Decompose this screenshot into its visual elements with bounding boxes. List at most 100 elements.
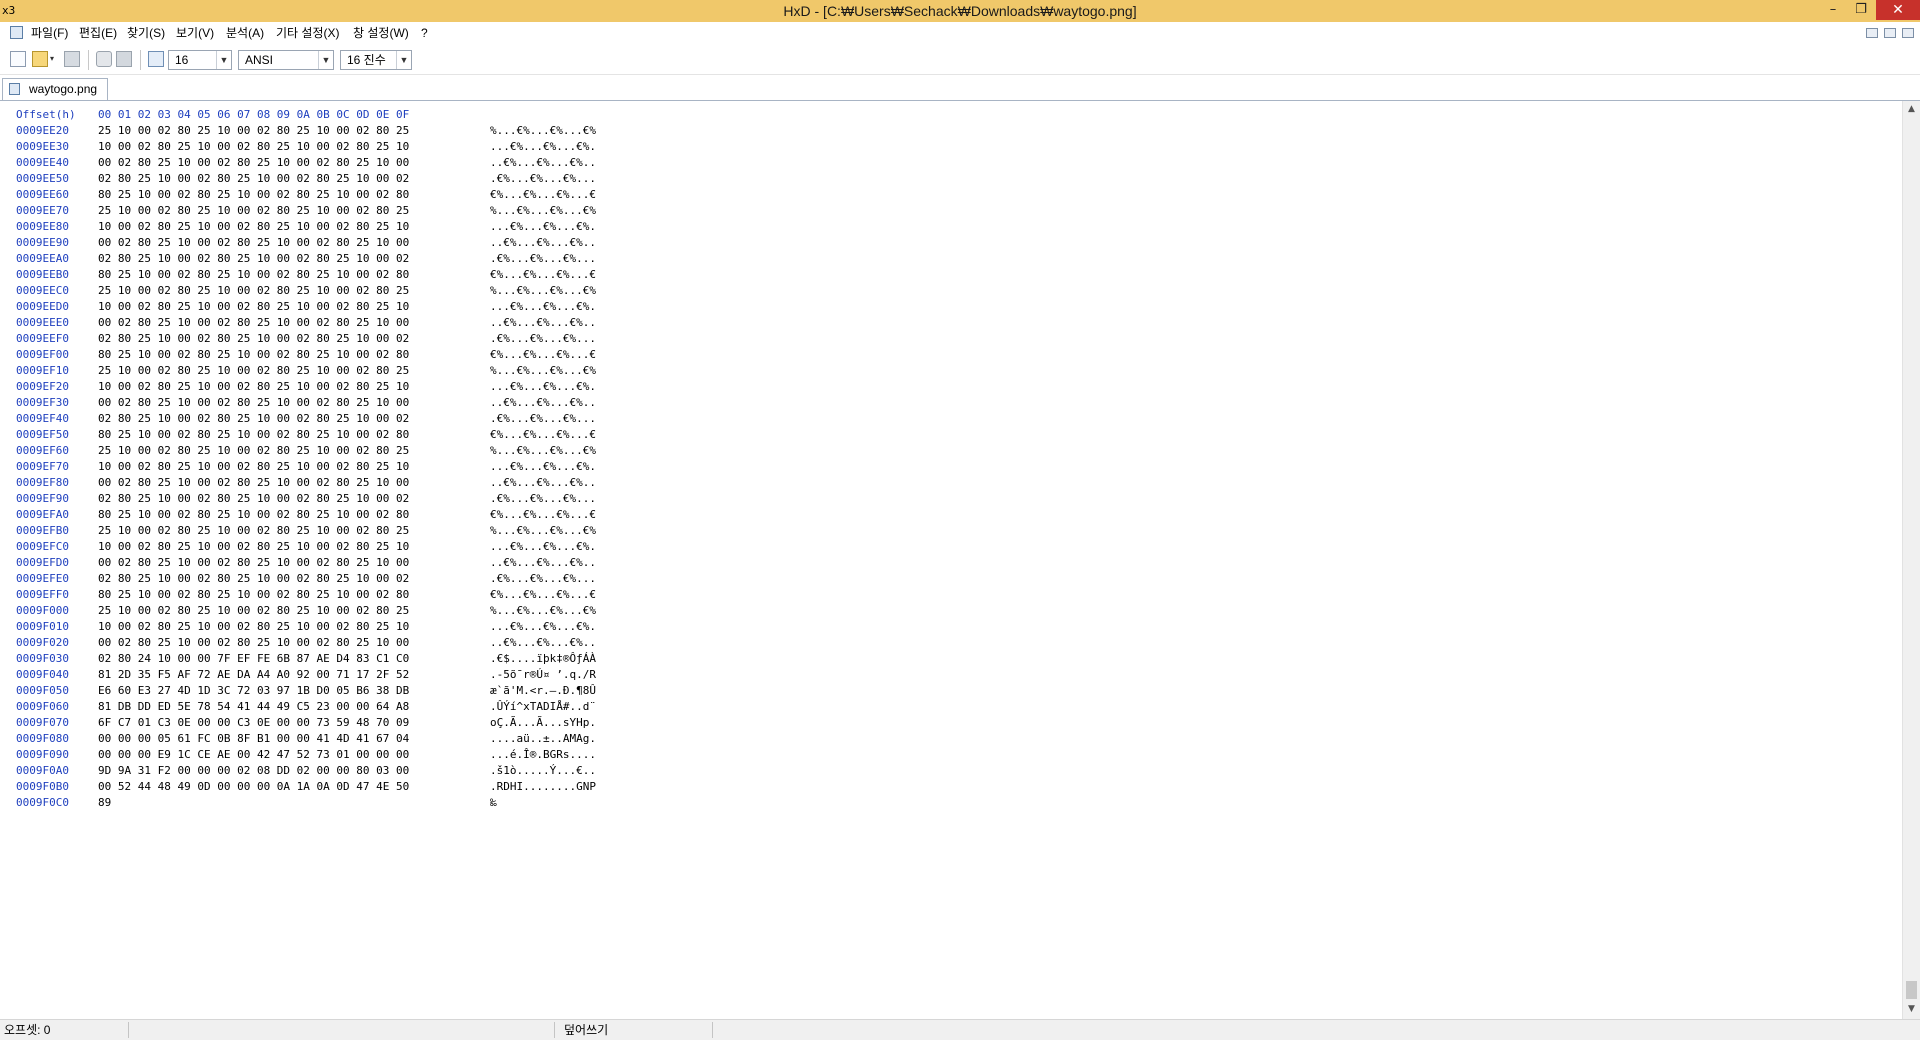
chevron-down-icon[interactable]: ▼ (396, 51, 411, 69)
hex-bytes-cell[interactable]: 25 10 00 02 80 25 10 00 02 80 25 10 00 0… (98, 284, 409, 297)
chevron-down-icon[interactable]: ▼ (216, 51, 231, 69)
menu-view[interactable]: 보기(V) (176, 22, 214, 44)
hex-bytes-cell[interactable]: 81 DB DD ED 5E 78 54 41 44 49 C5 23 00 0… (98, 700, 409, 713)
menu-edit[interactable]: 편집(E) (79, 22, 117, 44)
hex-bytes-cell[interactable]: 02 80 25 10 00 02 80 25 10 00 02 80 25 1… (98, 412, 409, 425)
hex-bytes-cell[interactable]: E6 60 E3 27 4D 1D 3C 72 03 97 1B D0 05 B… (98, 684, 409, 697)
text-cell[interactable]: .€%...€%...€%... (490, 332, 596, 345)
text-cell[interactable]: ..€%...€%...€%.. (490, 156, 596, 169)
hex-bytes-cell[interactable]: 10 00 02 80 25 10 00 02 80 25 10 00 02 8… (98, 220, 409, 233)
text-cell[interactable]: ‰ (490, 796, 497, 809)
hex-bytes-cell[interactable]: 00 02 80 25 10 00 02 80 25 10 00 02 80 2… (98, 636, 409, 649)
offset-base-select[interactable]: 16 진수 ▼ (340, 50, 412, 70)
open-folder-icon[interactable] (32, 51, 48, 67)
text-cell[interactable]: €%...€%...€%...€ (490, 588, 596, 601)
hex-bytes-cell[interactable]: 25 10 00 02 80 25 10 00 02 80 25 10 00 0… (98, 204, 409, 217)
text-cell[interactable]: €%...€%...€%...€ (490, 268, 596, 281)
text-cell[interactable]: .€%...€%...€%... (490, 252, 596, 265)
print-preview-icon[interactable] (116, 51, 132, 67)
text-cell[interactable]: .RDHI........GNP (490, 780, 596, 793)
text-cell[interactable]: %...€%...€%...€% (490, 604, 596, 617)
hex-bytes-cell[interactable]: 02 80 25 10 00 02 80 25 10 00 02 80 25 1… (98, 492, 409, 505)
hex-bytes-cell[interactable]: 10 00 02 80 25 10 00 02 80 25 10 00 02 8… (98, 620, 409, 633)
hex-bytes-cell[interactable]: 02 80 25 10 00 02 80 25 10 00 02 80 25 1… (98, 252, 409, 265)
text-cell[interactable]: .ÛÝí^xTADIÅ#..d¨ (490, 700, 596, 713)
text-cell[interactable]: ..€%...€%...€%.. (490, 236, 596, 249)
hex-bytes-cell[interactable]: 25 10 00 02 80 25 10 00 02 80 25 10 00 0… (98, 124, 409, 137)
hex-bytes-cell[interactable]: 80 25 10 00 02 80 25 10 00 02 80 25 10 0… (98, 428, 409, 441)
text-cell[interactable]: %...€%...€%...€% (490, 444, 596, 457)
restore-button[interactable]: ❐ (1848, 0, 1874, 20)
mdi-restore-icon[interactable] (1884, 28, 1896, 38)
hex-bytes-cell[interactable]: 10 00 02 80 25 10 00 02 80 25 10 00 02 8… (98, 300, 409, 313)
text-cell[interactable]: €%...€%...€%...€ (490, 188, 596, 201)
hex-bytes-cell[interactable]: 00 02 80 25 10 00 02 80 25 10 00 02 80 2… (98, 156, 409, 169)
menu-analysis[interactable]: 분석(A) (226, 22, 264, 44)
text-cell[interactable]: .-5õ¯r®Ú¤ ’.q./R (490, 668, 596, 681)
text-cell[interactable]: oÇ.Ã...Ã...sYHp. (490, 716, 596, 729)
title-bar[interactable]: x3 HxD - [C:₩Users₩Sechack₩Downloads₩way… (0, 0, 1920, 22)
mdi-minimize-icon[interactable] (1866, 28, 1878, 38)
text-cell[interactable]: ..€%...€%...€%.. (490, 556, 596, 569)
open-dropdown-icon[interactable]: ▾ (50, 51, 58, 67)
hex-bytes-cell[interactable]: 00 02 80 25 10 00 02 80 25 10 00 02 80 2… (98, 556, 409, 569)
text-cell[interactable]: ...€%...€%...€%. (490, 460, 596, 473)
hex-bytes-cell[interactable]: 10 00 02 80 25 10 00 02 80 25 10 00 02 8… (98, 140, 409, 153)
text-cell[interactable]: ..€%...€%...€%.. (490, 476, 596, 489)
hex-bytes-cell[interactable]: 80 25 10 00 02 80 25 10 00 02 80 25 10 0… (98, 268, 409, 281)
scroll-up-icon[interactable]: ▲ (1903, 101, 1920, 118)
minimize-button[interactable]: – (1820, 0, 1846, 20)
menu-search[interactable]: 찾기(S) (127, 22, 165, 44)
hex-bytes-cell[interactable]: 02 80 24 10 00 00 7F EF FE 6B 87 AE D4 8… (98, 652, 409, 665)
hex-bytes-cell[interactable]: 10 00 02 80 25 10 00 02 80 25 10 00 02 8… (98, 540, 409, 553)
menu-window[interactable]: 창 설정(W) (353, 22, 409, 44)
text-cell[interactable]: %...€%...€%...€% (490, 204, 596, 217)
menu-help[interactable]: ? (421, 22, 428, 44)
text-cell[interactable]: ..€%...€%...€%.. (490, 316, 596, 329)
hex-bytes-cell[interactable]: 00 00 00 05 61 FC 0B 8F B1 00 00 41 4D 4… (98, 732, 409, 745)
text-cell[interactable]: æ`ã'M.<r.—.Ð.¶8Û (490, 684, 596, 697)
text-cell[interactable]: €%...€%...€%...€ (490, 508, 596, 521)
text-cell[interactable]: ...€%...€%...€%. (490, 380, 596, 393)
text-cell[interactable]: ..€%...€%...€%.. (490, 636, 596, 649)
scroll-down-icon[interactable]: ▼ (1903, 1001, 1920, 1018)
text-cell[interactable]: %...€%...€%...€% (490, 364, 596, 377)
hex-bytes-cell[interactable]: 25 10 00 02 80 25 10 00 02 80 25 10 00 0… (98, 364, 409, 377)
hex-editor[interactable]: Offset(h) 00 01 02 03 04 05 06 07 08 09 … (0, 101, 1902, 1019)
text-cell[interactable]: €%...€%...€%...€ (490, 428, 596, 441)
text-cell[interactable]: .€$....ïþk‡®ÔƒÁÀ (490, 652, 596, 665)
text-cell[interactable]: ...€%...€%...€%. (490, 140, 596, 153)
text-cell[interactable]: %...€%...€%...€% (490, 284, 596, 297)
vertical-scrollbar[interactable]: ▲ ▼ (1902, 101, 1920, 1019)
hex-bytes-cell[interactable]: 00 02 80 25 10 00 02 80 25 10 00 02 80 2… (98, 236, 409, 249)
hex-bytes-cell[interactable]: 00 02 80 25 10 00 02 80 25 10 00 02 80 2… (98, 316, 409, 329)
menu-extras[interactable]: 기타 설정(X) (276, 22, 340, 44)
hex-bytes-cell[interactable]: 81 2D 35 F5 AF 72 AE DA A4 A0 92 00 71 1… (98, 668, 409, 681)
hex-bytes-cell[interactable]: 00 00 00 E9 1C CE AE 00 42 47 52 73 01 0… (98, 748, 409, 761)
save-icon[interactable] (64, 51, 80, 67)
text-cell[interactable]: ...€%...€%...€%. (490, 300, 596, 313)
hex-bytes-cell[interactable]: 02 80 25 10 00 02 80 25 10 00 02 80 25 1… (98, 332, 409, 345)
text-cell[interactable]: ...é.Î®.BGRs.... (490, 748, 596, 761)
hex-bytes-cell[interactable]: 00 02 80 25 10 00 02 80 25 10 00 02 80 2… (98, 476, 409, 489)
hex-bytes-cell[interactable]: 9D 9A 31 F2 00 00 00 02 08 DD 02 00 00 8… (98, 764, 409, 777)
hex-bytes-cell[interactable]: 80 25 10 00 02 80 25 10 00 02 80 25 10 0… (98, 348, 409, 361)
menu-file[interactable]: 파일(F) (31, 22, 68, 44)
text-cell[interactable]: ...€%...€%...€%. (490, 620, 596, 633)
text-cell[interactable]: %...€%...€%...€% (490, 524, 596, 537)
hex-bytes-cell[interactable]: 25 10 00 02 80 25 10 00 02 80 25 10 00 0… (98, 444, 409, 457)
hex-bytes-cell[interactable]: 89 (98, 796, 111, 809)
text-cell[interactable]: ....aü..±..AMAg. (490, 732, 596, 745)
scrollbar-thumb[interactable] (1906, 981, 1917, 999)
bytes-per-row-select[interactable]: 16 ▼ (168, 50, 232, 70)
print-icon[interactable] (96, 51, 112, 67)
hex-bytes-cell[interactable]: 80 25 10 00 02 80 25 10 00 02 80 25 10 0… (98, 188, 409, 201)
text-cell[interactable]: €%...€%...€%...€ (490, 348, 596, 361)
document-menu-icon[interactable] (10, 26, 23, 39)
text-cell[interactable]: .€%...€%...€%... (490, 572, 596, 585)
text-cell[interactable]: .š1ò.....Ý...€.. (490, 764, 596, 777)
hex-bytes-cell[interactable]: 25 10 00 02 80 25 10 00 02 80 25 10 00 0… (98, 524, 409, 537)
hex-bytes-cell[interactable]: 02 80 25 10 00 02 80 25 10 00 02 80 25 1… (98, 172, 409, 185)
text-cell[interactable]: .€%...€%...€%... (490, 172, 596, 185)
text-cell[interactable]: %...€%...€%...€% (490, 124, 596, 137)
